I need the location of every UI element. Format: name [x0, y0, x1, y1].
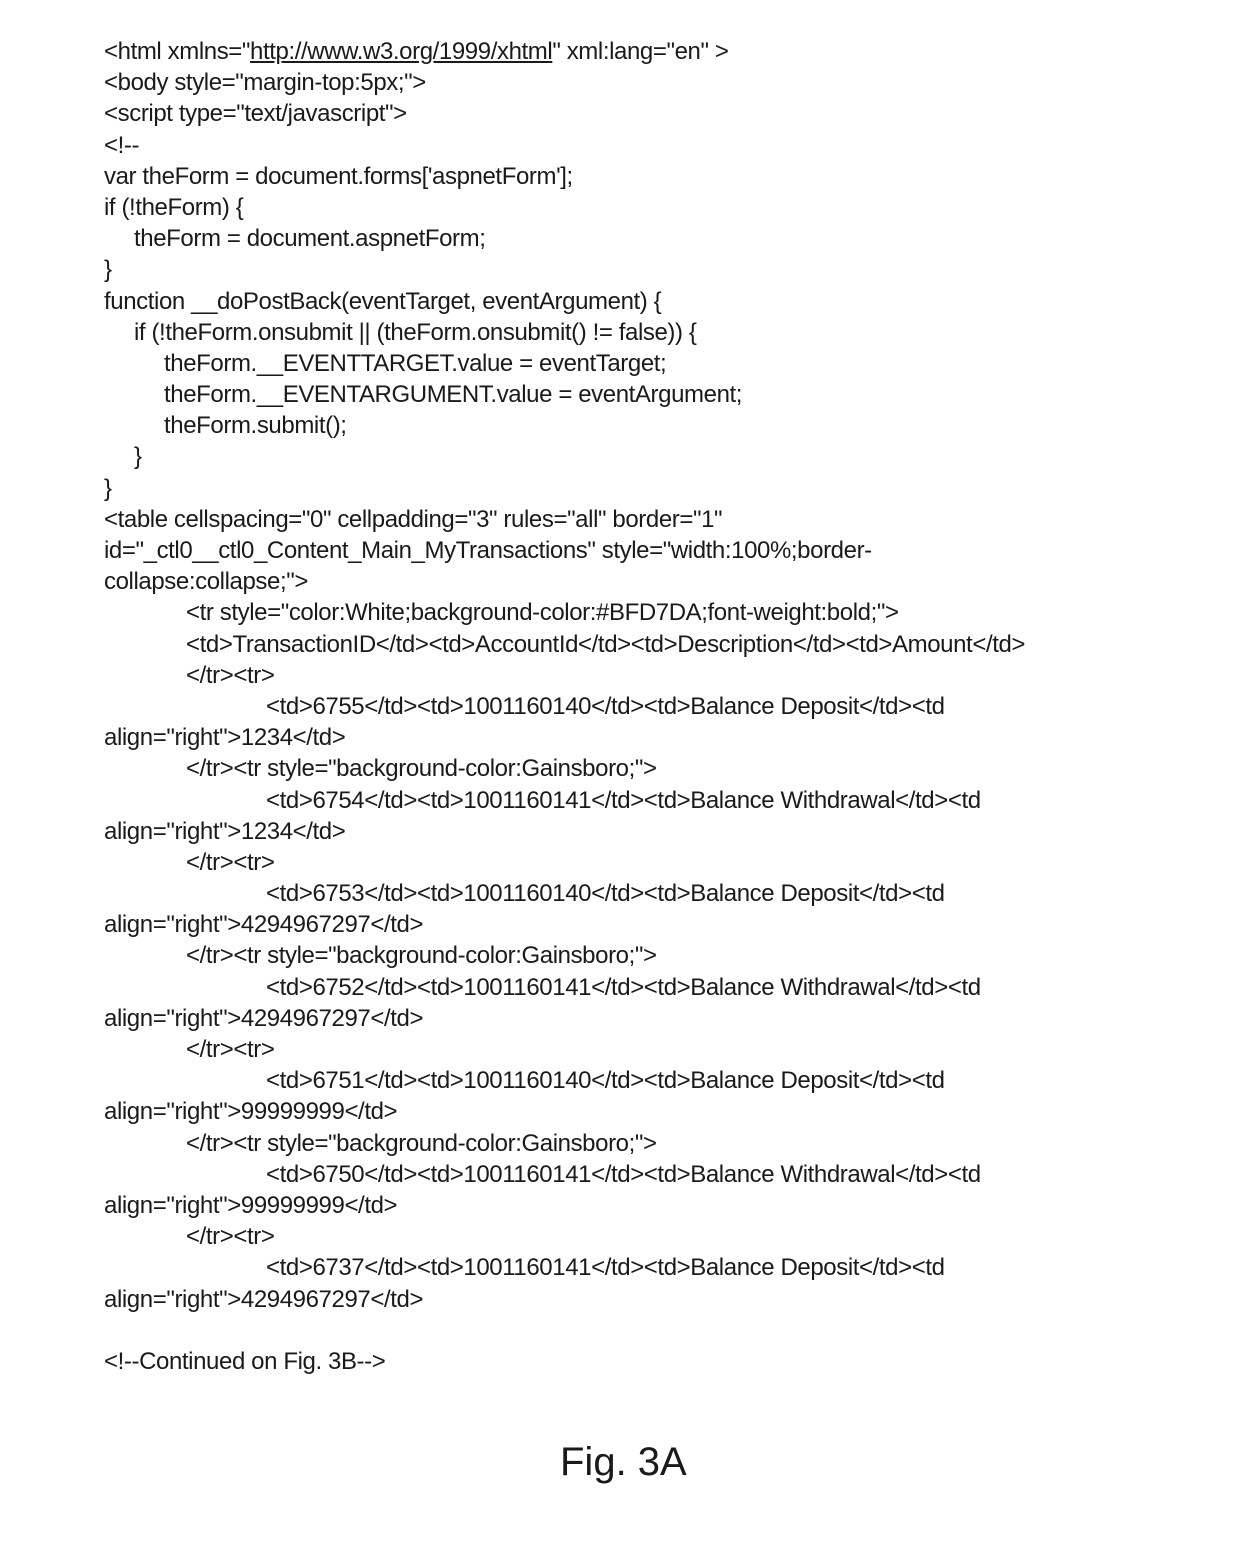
code-listing: <html xmlns="http://www.w3.org/1999/xhtm… — [104, 36, 1204, 1377]
html-open-prefix: <html xmlns=" — [104, 38, 251, 65]
code-line: <td>6750</td><td>1001160141</td><td>Bala… — [266, 1160, 981, 1188]
code-line: if (!theForm.onsubmit || (theForm.onsubm… — [134, 318, 697, 346]
code-line: var theForm = document.forms['aspnetForm… — [104, 162, 573, 190]
code-line: align="right">4294967297</td> — [104, 1004, 424, 1032]
code-line: </tr><tr> — [186, 848, 275, 876]
code-line: <script type="text/javascript"> — [104, 100, 407, 128]
code-line: id="_ctl0__ctl0_Content_Main_MyTransacti… — [104, 537, 872, 564]
code-line: function __doPostBack(eventTarget, event… — [104, 287, 662, 315]
code-line: </tr><tr> — [186, 1223, 275, 1251]
code-line: } — [104, 256, 112, 284]
code-line: if (!theForm) { — [104, 193, 244, 221]
code-line: <td>6754</td><td>1001160141</td><td>Bala… — [266, 786, 981, 814]
code-line: </tr><tr style="background-color:Gainsbo… — [186, 1129, 657, 1157]
code-line: <td>6751</td><td>1001160140</td><td>Bala… — [266, 1067, 945, 1095]
code-line: </tr><tr> — [186, 661, 275, 689]
figure-label: Fig. 3A — [560, 1440, 687, 1484]
code-line: collapse:collapse;"> — [104, 568, 308, 596]
code-line: theForm = document.aspnetForm; — [134, 225, 486, 253]
code-line: </tr><tr> — [186, 1036, 275, 1063]
code-line: theForm.__EVENTTARGET.value = eventTarge… — [164, 349, 667, 377]
code-line: <body style="margin-top:5px;"> — [104, 69, 426, 97]
code-line: theForm.submit(); — [164, 412, 347, 440]
code-line: </tr><tr style="background-color:Gainsbo… — [186, 755, 657, 783]
code-line: <table cellspacing="0" cellpadding="3" r… — [104, 505, 723, 533]
code-line: align="right">4294967297</td> — [104, 911, 424, 939]
code-line: align="right">99999999</td> — [104, 1098, 398, 1126]
code-line: theForm.__EVENTARGUMENT.value = eventArg… — [164, 381, 743, 409]
code-line: </tr><tr style="background-color:Gainsbo… — [186, 942, 657, 970]
xhtml-namespace-link[interactable]: http://www.w3.org/1999/xhtml — [250, 38, 553, 65]
html-open-suffix: " xml:lang="en" > — [552, 38, 729, 65]
code-line: align="right">1234</td> — [104, 724, 346, 752]
code-line: <td>TransactionID</td><td>AccountId</td>… — [186, 630, 1026, 658]
code-line: align="right">99999999</td> — [104, 1191, 398, 1219]
code-line: <td>6752</td><td>1001160141</td><td>Bala… — [266, 973, 981, 1001]
code-line: <td>6755</td><td>1001160140</td><td>Bala… — [266, 692, 945, 720]
code-line: <tr style="color:White;background-color:… — [186, 599, 899, 627]
code-line: align="right">4294967297</td> — [104, 1285, 424, 1313]
code-line: <td>6737</td><td>1001160141</td><td>Bala… — [266, 1254, 945, 1282]
code-line: <td>6753</td><td>1001160140</td><td>Bala… — [266, 880, 945, 908]
code-line: align="right">1234</td> — [104, 817, 346, 845]
code-line: <!-- — [104, 131, 140, 159]
continuation-comment: <!--Continued on Fig. 3B--> — [104, 1347, 386, 1375]
code-line-html-open: <html xmlns="http://www.w3.org/1999/xhtm… — [104, 36, 1204, 67]
code-line: } — [134, 443, 142, 471]
code-line: } — [104, 474, 112, 502]
